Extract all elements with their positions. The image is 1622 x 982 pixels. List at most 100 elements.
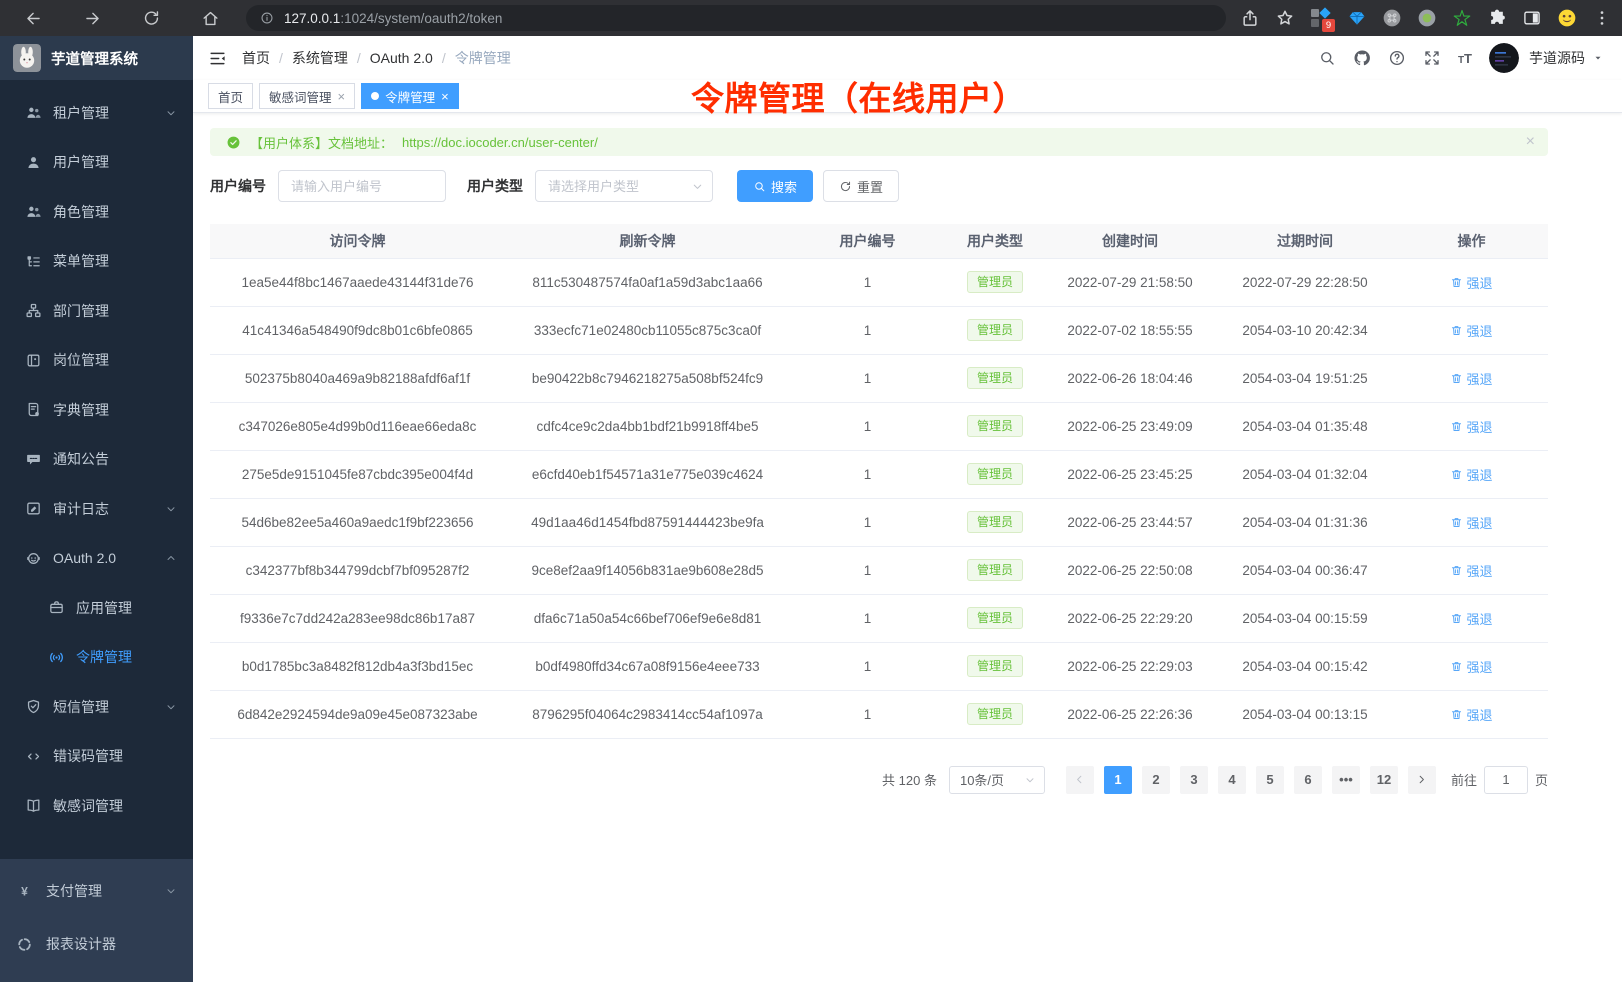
active-tab-dot bbox=[371, 92, 379, 100]
page-size-select[interactable]: 10条/页 bbox=[949, 766, 1045, 794]
gem-extension-icon[interactable] bbox=[1347, 8, 1367, 28]
site-info-icon[interactable] bbox=[260, 11, 274, 25]
doc-link[interactable]: https://doc.iocoder.cn/user-center/ bbox=[402, 135, 598, 150]
sidebar-item-14[interactable]: 敏感词管理 bbox=[0, 781, 193, 831]
trash-icon bbox=[1450, 468, 1463, 481]
force-logout-button[interactable]: 强退 bbox=[1450, 561, 1492, 580]
search-icon[interactable] bbox=[1318, 49, 1336, 67]
browser-reload-icon[interactable] bbox=[142, 9, 161, 28]
pagination: 共 120 条 10条/页 123456•••12 前往 页 bbox=[210, 766, 1548, 794]
tab-2[interactable]: 令牌管理× bbox=[361, 83, 459, 109]
force-logout-button[interactable]: 强退 bbox=[1450, 321, 1492, 340]
access-token-cell: 54d6be82ee5a460a9aedc1f9bf223656 bbox=[210, 498, 505, 546]
force-logout-button[interactable]: 强退 bbox=[1450, 273, 1492, 292]
search-button[interactable]: 搜索 bbox=[737, 170, 813, 202]
gray-circle-extension-icon[interactable] bbox=[1382, 8, 1402, 28]
browser-back-icon[interactable] bbox=[24, 9, 43, 28]
app-logo[interactable]: 芋道管理系统 bbox=[0, 36, 193, 80]
force-logout-button[interactable]: 强退 bbox=[1450, 609, 1492, 628]
page-more-button[interactable]: ••• bbox=[1332, 766, 1360, 794]
tab-close-icon[interactable]: × bbox=[338, 90, 346, 103]
table-row: f9336e7c7dd242a283ee98dc86b17a87dfa6c71a… bbox=[210, 594, 1548, 642]
sidebar-item-3[interactable]: 菜单管理 bbox=[0, 237, 193, 287]
force-logout-button[interactable]: 强退 bbox=[1450, 417, 1492, 436]
trash-icon bbox=[1450, 372, 1463, 385]
goto-page-input[interactable] bbox=[1484, 766, 1528, 794]
sidebar-item-4[interactable]: 部门管理 bbox=[0, 286, 193, 336]
font-size-icon[interactable]: TT bbox=[1458, 51, 1472, 66]
sidebar-item-11[interactable]: 令牌管理 bbox=[0, 633, 193, 683]
force-logout-button[interactable]: 强退 bbox=[1450, 657, 1492, 676]
user-type-cell: 管理员 bbox=[945, 354, 1045, 402]
column-header-5: 过期时间 bbox=[1215, 224, 1395, 258]
force-logout-button[interactable]: 强退 bbox=[1450, 513, 1492, 532]
page-button-2[interactable]: 2 bbox=[1142, 766, 1170, 794]
user-caret-icon[interactable] bbox=[1592, 52, 1604, 64]
column-header-4: 创建时间 bbox=[1045, 224, 1215, 258]
breadcrumb-home[interactable]: 首页 bbox=[242, 48, 270, 68]
force-logout-button[interactable]: 强退 bbox=[1450, 705, 1492, 724]
page-button-4[interactable]: 4 bbox=[1218, 766, 1246, 794]
sidebar-item-13[interactable]: 错误码管理 bbox=[0, 732, 193, 782]
sidebar-item-16[interactable]: 报表设计器 bbox=[0, 918, 193, 971]
share-icon[interactable] bbox=[1240, 8, 1260, 28]
search-form: 用户编号 用户类型 搜索 重置 bbox=[210, 170, 1622, 202]
column-header-3: 用户类型 bbox=[945, 224, 1045, 258]
sidebar-item-8[interactable]: 审计日志 bbox=[0, 484, 193, 534]
tab-0[interactable]: 首页 bbox=[208, 83, 253, 109]
reset-button[interactable]: 重置 bbox=[823, 170, 899, 202]
browser-home-icon[interactable] bbox=[201, 9, 220, 28]
sidebar-item-5[interactable]: 岗位管理 bbox=[0, 336, 193, 386]
sidebar-item-2[interactable]: 角色管理 bbox=[0, 187, 193, 237]
collapse-sidebar-icon[interactable] bbox=[208, 49, 227, 68]
user-type-cell: 管理员 bbox=[945, 258, 1045, 306]
breadcrumb-oauth[interactable]: OAuth 2.0 bbox=[370, 50, 433, 66]
help-icon[interactable] bbox=[1388, 49, 1406, 67]
breadcrumb-current: 令牌管理 bbox=[455, 48, 511, 68]
report-designer-icon bbox=[15, 936, 33, 953]
tab-1[interactable]: 敏感词管理× bbox=[259, 83, 355, 109]
sidebar-item-15[interactable]: ¥支付管理 bbox=[0, 865, 193, 918]
sidebar-item-10[interactable]: 应用管理 bbox=[0, 583, 193, 633]
sidebar-item-7[interactable]: 通知公告 bbox=[0, 435, 193, 485]
user-type-tag: 管理员 bbox=[967, 655, 1023, 677]
sidebar-item-9[interactable]: OAuth 2.0 bbox=[0, 534, 193, 584]
side-panel-icon[interactable] bbox=[1522, 8, 1542, 28]
browser-menu-icon[interactable] bbox=[1592, 8, 1612, 28]
page-button-1[interactable]: 1 bbox=[1104, 766, 1132, 794]
extensions-puzzle-icon[interactable] bbox=[1487, 8, 1507, 28]
force-logout-button[interactable]: 强退 bbox=[1450, 369, 1492, 388]
profile-avatar-icon[interactable] bbox=[1557, 8, 1577, 28]
prev-page-button[interactable] bbox=[1066, 766, 1094, 794]
fullscreen-icon[interactable] bbox=[1423, 49, 1441, 67]
user-id-input[interactable] bbox=[278, 170, 446, 202]
breadcrumb-system[interactable]: 系统管理 bbox=[292, 48, 348, 68]
sidebar-item-0[interactable]: 租户管理 bbox=[0, 88, 193, 138]
github-icon[interactable] bbox=[1353, 49, 1371, 67]
sidebar: 芋道管理系统 租户管理用户管理角色管理菜单管理部门管理岗位管理字典管理通知公告审… bbox=[0, 36, 193, 982]
force-logout-button[interactable]: 强退 bbox=[1450, 465, 1492, 484]
success-check-icon bbox=[226, 135, 241, 150]
sidebar-item-6[interactable]: 字典管理 bbox=[0, 385, 193, 435]
pentagram-extension-icon[interactable] bbox=[1452, 8, 1472, 28]
page-button-12[interactable]: 12 bbox=[1370, 766, 1398, 794]
browser-forward-icon[interactable] bbox=[83, 9, 102, 28]
page-button-3[interactable]: 3 bbox=[1180, 766, 1208, 794]
green-dot-extension-icon[interactable] bbox=[1417, 8, 1437, 28]
next-page-button[interactable] bbox=[1408, 766, 1436, 794]
sidebar-item-1[interactable]: 用户管理 bbox=[0, 138, 193, 188]
url-bar[interactable]: 127.0.0.1:1024/system/oauth2/token bbox=[246, 5, 1226, 31]
action-cell: 强退 bbox=[1395, 306, 1548, 354]
page-button-6[interactable]: 6 bbox=[1294, 766, 1322, 794]
tab-close-icon[interactable]: × bbox=[441, 90, 449, 103]
bookmark-star-icon[interactable] bbox=[1275, 8, 1295, 28]
top-navbar: 首页 / 系统管理 / OAuth 2.0 / 令牌管理 TT 芋道源码 bbox=[193, 36, 1622, 80]
user-type-select[interactable] bbox=[535, 170, 713, 202]
extension-grid-icon[interactable]: 9 bbox=[1310, 7, 1332, 29]
user-name[interactable]: 芋道源码 bbox=[1529, 48, 1585, 68]
alert-close-icon[interactable]: × bbox=[1526, 134, 1535, 150]
sidebar-item-12[interactable]: 短信管理 bbox=[0, 682, 193, 732]
page-button-5[interactable]: 5 bbox=[1256, 766, 1284, 794]
user-avatar[interactable] bbox=[1489, 43, 1519, 73]
user-id-cell: 1 bbox=[790, 690, 945, 738]
